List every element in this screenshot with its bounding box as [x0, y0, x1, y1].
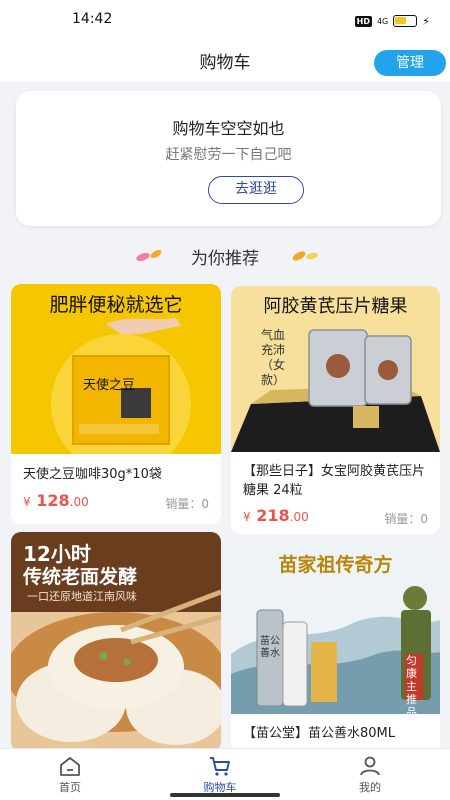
- product-banner: 肥胖便秘就选它: [49, 294, 183, 316]
- recommend-title: 为你推荐: [191, 249, 259, 269]
- product-card[interactable]: 苗家祖传奇方 匀康主推品 苗公善水 【苗公堂】苗公善水80ML: [231, 544, 440, 754]
- signal-icon: 4G: [376, 16, 389, 26]
- product-sales: 销量：0: [165, 497, 209, 511]
- tab-cart[interactable]: 购物车: [175, 755, 265, 795]
- product-name: 天使之豆咖啡30g*10袋: [23, 467, 162, 482]
- product-banner: 苗家祖传奇方: [278, 554, 393, 576]
- tab-label: 首页: [59, 781, 81, 794]
- hd-icon: HD: [354, 15, 372, 27]
- go-shopping-button[interactable]: 去逛逛: [208, 176, 304, 204]
- empty-cart-subtitle: 赶紧慰劳一下自己吧: [165, 147, 292, 163]
- cart-icon: [210, 757, 230, 776]
- product-sales: 销量：0: [384, 512, 428, 526]
- nav-bar: 购物车 管理: [0, 40, 450, 82]
- product-card[interactable]: 12小时 传统老面发酵 一口还原地道江南风味: [11, 532, 221, 752]
- recommend-header: 为你推荐: [0, 240, 450, 270]
- product-image: 12小时 传统老面发酵 一口还原地道江南风味: [11, 532, 221, 752]
- product-banner-caption: 一口还原地道江南风味: [27, 590, 137, 603]
- status-time: 14:42: [72, 11, 113, 27]
- tab-home[interactable]: 首页: [25, 755, 115, 795]
- product-badge: 匀康主推品: [406, 654, 417, 714]
- status-icons: HD 4G ⚡: [354, 14, 430, 28]
- product-side-label: 气血充沛（女款）: [261, 328, 286, 387]
- status-bar: 14:42 HD 4G ⚡: [0, 0, 450, 40]
- product-bottle-label: 苗公善水: [260, 636, 280, 659]
- product-name: 【苗公堂】苗公善水80ML: [243, 726, 396, 741]
- product-price: ¥ 218.00: [243, 506, 309, 525]
- product-image: 苗家祖传奇方 匀康主推品 苗公善水: [231, 544, 440, 714]
- empty-cart-title: 购物车空空如也: [172, 119, 285, 138]
- product-card[interactable]: 阿胶黄芪压片糖果 气血充沛（女款） 【那些日子】女宝阿胶黄芪压片糖果 24粒 ¥…: [231, 286, 440, 534]
- product-image: 阿胶黄芪压片糖果 气血充沛（女款）: [231, 286, 440, 452]
- battery-fill: [395, 17, 407, 24]
- home-indicator: [170, 793, 280, 797]
- product-banner-line: 传统老面发酵: [23, 566, 138, 588]
- decoration-petals-icon: [292, 251, 318, 261]
- empty-cart-card: 购物车空空如也 赶紧慰劳一下自己吧 去逛逛: [16, 91, 441, 226]
- tab-profile[interactable]: 我的: [325, 755, 415, 795]
- battery-icon: [393, 15, 418, 27]
- product-banner: 阿胶黄芪压片糖果: [263, 296, 408, 317]
- charging-icon: ⚡: [422, 14, 430, 28]
- user-icon: [360, 756, 380, 776]
- product-card[interactable]: 肥胖便秘就选它 天使之豆 天使之豆咖啡30g*10袋 ¥ 128.00 销量：0: [11, 284, 221, 524]
- manage-button[interactable]: 管理: [374, 50, 446, 76]
- home-icon: [60, 757, 80, 776]
- tab-label: 我的: [359, 781, 381, 794]
- product-image: 肥胖便秘就选它 天使之豆: [11, 284, 221, 454]
- product-package-label: 天使之豆: [83, 378, 136, 393]
- product-name: 【那些日子】女宝阿胶黄芪压片糖果 24粒: [243, 464, 426, 498]
- product-price: ¥ 128.00: [23, 491, 89, 510]
